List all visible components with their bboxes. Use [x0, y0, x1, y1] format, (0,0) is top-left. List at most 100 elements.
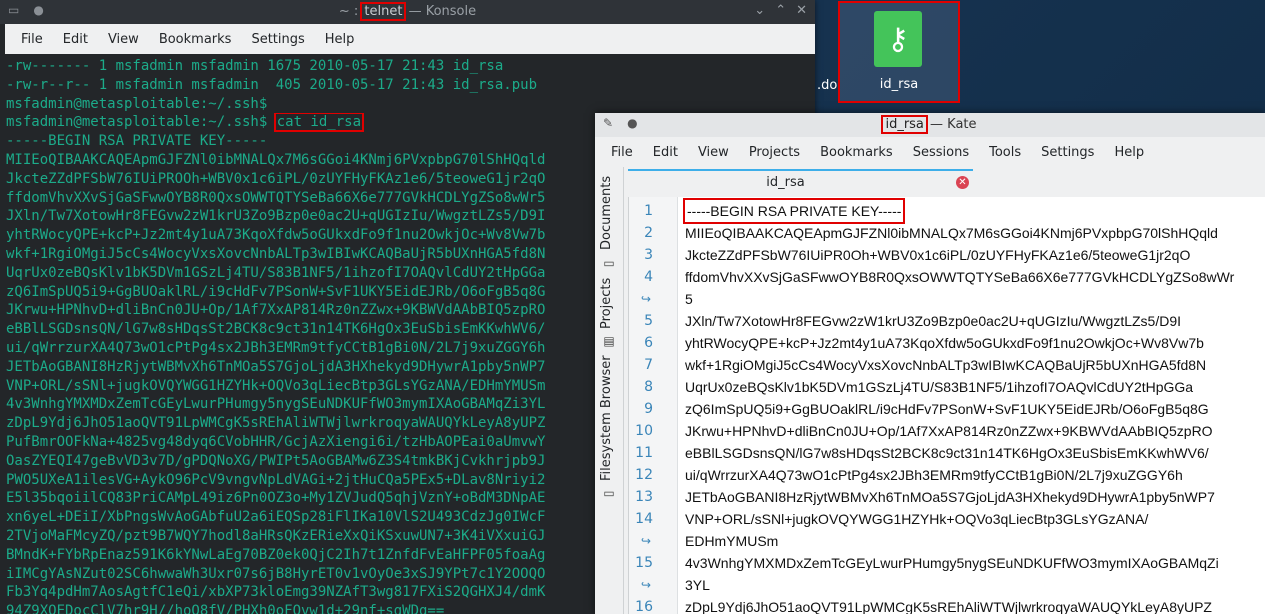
terminal-line-text: ui/qWrrzurXA4Q73wO1cPtPg4sx2JBh3EMRm9tfy… [6, 339, 546, 356]
title-suffix: — Konsole [404, 4, 477, 19]
line-text: wkf+1RgiOMgiJ5cCs4WocyVxsXovcNnbALTp3wIB… [685, 357, 1207, 373]
line-text: 3YL [685, 577, 710, 593]
close-icon[interactable]: ✕ [796, 3, 807, 18]
terminal-line-text: 4v3WnhgYMXMDxZemTcGEyLwurPHumgy5nygSEuND… [6, 396, 546, 413]
konsole-menu-settings[interactable]: Settings [241, 32, 314, 47]
title-id-rsa: id_rsa [881, 115, 928, 134]
konsole-title: ~ : telnet — Konsole [338, 2, 477, 21]
line-text: ui/qWrrzurXA4Q73wO1cPtPg4sx2JBh3EMRm9tfy… [685, 467, 1183, 483]
line-text: UqrUx0zeBQsKlv1bK5DVm1GSzLj4TU/S83B1NF5/… [685, 379, 1194, 395]
kate-menu-settings[interactable]: Settings [1031, 145, 1104, 160]
konsole-menu-file[interactable]: File [11, 32, 53, 47]
editor-line: 9 zQ6ImSpUQ5i9+GgBUOaklRL/i9cHdFv7PSonW+S… [629, 398, 1265, 420]
line-number: 10 [635, 423, 653, 439]
terminal-line-text: JETbAoGBANI8HzRjytWBMvXh6TnMOa5S7GjoLjdA… [6, 358, 546, 375]
terminal-line-text: BMndK+FYbRpEnaz591K6kYNwLaEg70BZ0ek0QjC2… [6, 546, 546, 563]
desktop-icon-label: id_rsa [879, 77, 919, 92]
konsole-menu-view[interactable]: View [98, 32, 149, 47]
kate-titlebar[interactable]: ✎ ● id_rsa — Kate [595, 113, 1265, 137]
desktop-icon-id-rsa[interactable]: ⚷ id_rsa [838, 1, 960, 103]
kate-menu-bookmarks[interactable]: Bookmarks [810, 145, 903, 160]
konsole-menubar: File Edit View Bookmarks Settings Help [5, 24, 815, 54]
terminal-line-text: xn6yeL+DEiI/XbPngsWvAoGAbfuU2a6iEQSp28iF… [6, 509, 546, 526]
line-number: 7 [644, 357, 653, 373]
sidebar-tab-projects[interactable]: Projects [599, 275, 619, 331]
line-number: 6 [644, 335, 653, 351]
minimize-icon[interactable]: ⌄ [754, 3, 765, 18]
editor-line: 13 JETbAoGBANI8HzRjytWBMvXh6TnMOa5S7GjoLj… [629, 486, 1265, 508]
kate-menu-view[interactable]: View [688, 145, 739, 160]
folder-icon: ▭ [603, 486, 615, 500]
wrap-indicator-icon: ↪ [641, 578, 652, 592]
kate-menu-sessions[interactable]: Sessions [903, 145, 979, 160]
line-text: 5 [685, 291, 693, 307]
maximize-icon[interactable]: ⌃ [775, 3, 786, 18]
line-text: zDpL9Ydj6JhO51aoQVT91LpWMCgK5sREhAliWTWj… [685, 599, 1212, 614]
line-text: zQ6ImSpUQ5i9+GgBUOaklRL/i9cHdFv7PSonW+Sv… [685, 401, 1209, 417]
editor-line: 16 zDpL9Ydj6JhO51aoQVT91LpWMCgK5sREhAliWT… [629, 596, 1265, 614]
line-number: 12 [635, 467, 653, 483]
editor-line: ↪ 3YL [629, 574, 1265, 596]
terminal-line-text: PufBmrOOFkNa+4825vg48dyq6CVobHHR/GcjAzXi… [6, 433, 546, 450]
line-number: 8 [644, 379, 653, 395]
terminal-line-text: UqrUx0zeBQsKlv1bK5DVm1GSzLj4TU/S83B1NF5/… [6, 264, 546, 281]
terminal-line: -rw-r--r-- 1 msfadmin msfadmin 405 2010-… [6, 76, 809, 95]
terminal-line-text: OasZYEQI47geBvVD3v7D/gPDQNoXG/PWIPt5AoGB… [6, 452, 546, 469]
editor-line: 7 wkf+1RgiOMgiJ5cCs4WocyVxsXovcNnbALTp3wI… [629, 354, 1265, 376]
kate-sidebar: Documents ▭ Projects ▤ Filesystem Browse… [595, 167, 624, 614]
terminal-line-text: E5l35bqoiilCQ83PriCAMpL49iz6Pn0OZ3o+My1Z… [6, 490, 546, 507]
wrap-indicator-icon: ↪ [641, 534, 652, 548]
terminal-line-text: -rw------- 1 msfadmin msfadmin 1675 2010… [6, 58, 504, 74]
editor-line: 3 JkcteZZdPFSbW76IUiPR0Oh+WBV0x1c6iPL/0zU… [629, 244, 1265, 266]
sidebar-tab-documents[interactable]: Documents [599, 173, 619, 253]
kate-title: id_rsa — Kate [595, 115, 1265, 134]
line-number: 5 [644, 313, 653, 329]
konsole-titlebar[interactable]: ▭ ● ~ : telnet — Konsole ⌄ ⌃ ✕ [0, 0, 815, 24]
kate-menu-help[interactable]: Help [1104, 145, 1154, 160]
terminal-line-text: JkcteZZdPFSbW76IUiPROOh+WBV0x1c6iPL/0zUY… [6, 170, 546, 187]
document-tabbar: id_rsa ✕ [628, 169, 1265, 195]
terminal-line-text: -rw-r--r-- 1 msfadmin msfadmin 405 2010-… [6, 76, 538, 93]
terminal-line-text: zQ6ImSpUQ5i9+GgBUOaklRL/i9cHdFv7PSonW+Sv… [6, 283, 546, 300]
projects-icon: ▤ [603, 334, 615, 348]
terminal-command: cat id_rsa [273, 113, 365, 133]
terminal-line-text: eBBlLSGDsnsQN/lG7w8sHDqsSt2BCK8c9ct31n14… [6, 321, 546, 338]
terminal-line-text: iIMCgYAsNZut02SC6hwwaWh3Uxr07s6jB8HyrET0… [6, 565, 546, 582]
document-tab-id-rsa[interactable]: id_rsa ✕ [628, 169, 973, 195]
line-text: EDHmYMUSm [685, 533, 779, 549]
editor-line: 6 yhtRWocyQPE+kcP+Jz2mt4y1uA73KqoXfdw5oGU… [629, 332, 1265, 354]
terminal-line-text: VNP+ORL/sSNl+jugkOVQYWGG1HZYHk+OQVo3qLie… [6, 377, 546, 394]
document-tab-label: id_rsa [766, 175, 805, 190]
line-number: 13 [635, 489, 653, 505]
konsole-menu-edit[interactable]: Edit [53, 32, 98, 47]
line-number: 2 [644, 225, 653, 241]
konsole-menu-help[interactable]: Help [315, 32, 365, 47]
line-number: 1 [644, 203, 653, 219]
editor-line: 4 ffdomVhvXXvSjGaSFwwOYB8R0QxsOWWTQTYSeBa… [629, 266, 1265, 288]
terminal-line-text: ffdomVhvXXvSjGaSFwwOYB8R0QxsOWWTQTYSeBa6… [6, 189, 546, 206]
editor-line: 1 -----BEGIN RSA PRIVATE KEY----- [629, 198, 1265, 224]
desktop-partial-label: .do [817, 78, 838, 93]
kate-menu-tools[interactable]: Tools [979, 145, 1031, 160]
sidebar-tab-filesystem-browser[interactable]: Filesystem Browser [599, 353, 619, 483]
editor-line: 15 4v3WnhgYMXMDxZemTcGEyLwurPHumgy5nygSEu… [629, 552, 1265, 574]
terminal-line-text: msfadmin@metasploitable:~/.ssh$ [6, 114, 276, 131]
editor-line: ↪ 5 [629, 288, 1265, 310]
kate-menu-edit[interactable]: Edit [643, 145, 688, 160]
editor-line: 12 ui/qWrrzurXA4Q73wO1cPtPg4sx2JBh3EMRm9t… [629, 464, 1265, 486]
terminal-line-text: zDpL9Ydj6JhO51aoQVT91LpWMCgK5sREhAliWTWj… [6, 415, 546, 432]
wrap-indicator-icon: ↪ [641, 292, 652, 306]
editor-area[interactable]: 1 -----BEGIN RSA PRIVATE KEY----- 2 MIIEoQI… [628, 197, 1265, 614]
terminal-line-text: wkf+1RgiOMgiJ5cCs4WocyVxsXovcNnbALTp3wIB… [6, 245, 546, 262]
kate-menu-file[interactable]: File [601, 145, 643, 160]
terminal-line-text: PWO5UXeA1ilesVG+AykO96PcV9vngvNpLdVAGi+2… [6, 471, 546, 488]
line-text: MIIEoQIBAAKCAQEApmGJFZNl0ibMNALQx7M6sGGo… [685, 225, 1218, 241]
editor-line: 8 UqrUx0zeBQsKlv1bK5DVm1GSzLj4TU/S83B1NF5… [629, 376, 1265, 398]
line-text: 4v3WnhgYMXMDxZemTcGEyLwurPHumgy5nygSEuND… [685, 555, 1219, 571]
terminal-line-text: 94Z9XOEDocClV7hr9H//hoO8fV/PHXh0oFQvw1d+… [6, 603, 445, 614]
konsole-menu-bookmarks[interactable]: Bookmarks [149, 32, 242, 47]
close-tab-icon[interactable]: ✕ [956, 176, 969, 189]
kate-menu-projects[interactable]: Projects [739, 145, 810, 160]
line-number: 15 [635, 555, 653, 571]
kate-title-suffix: — Kate [925, 117, 977, 132]
